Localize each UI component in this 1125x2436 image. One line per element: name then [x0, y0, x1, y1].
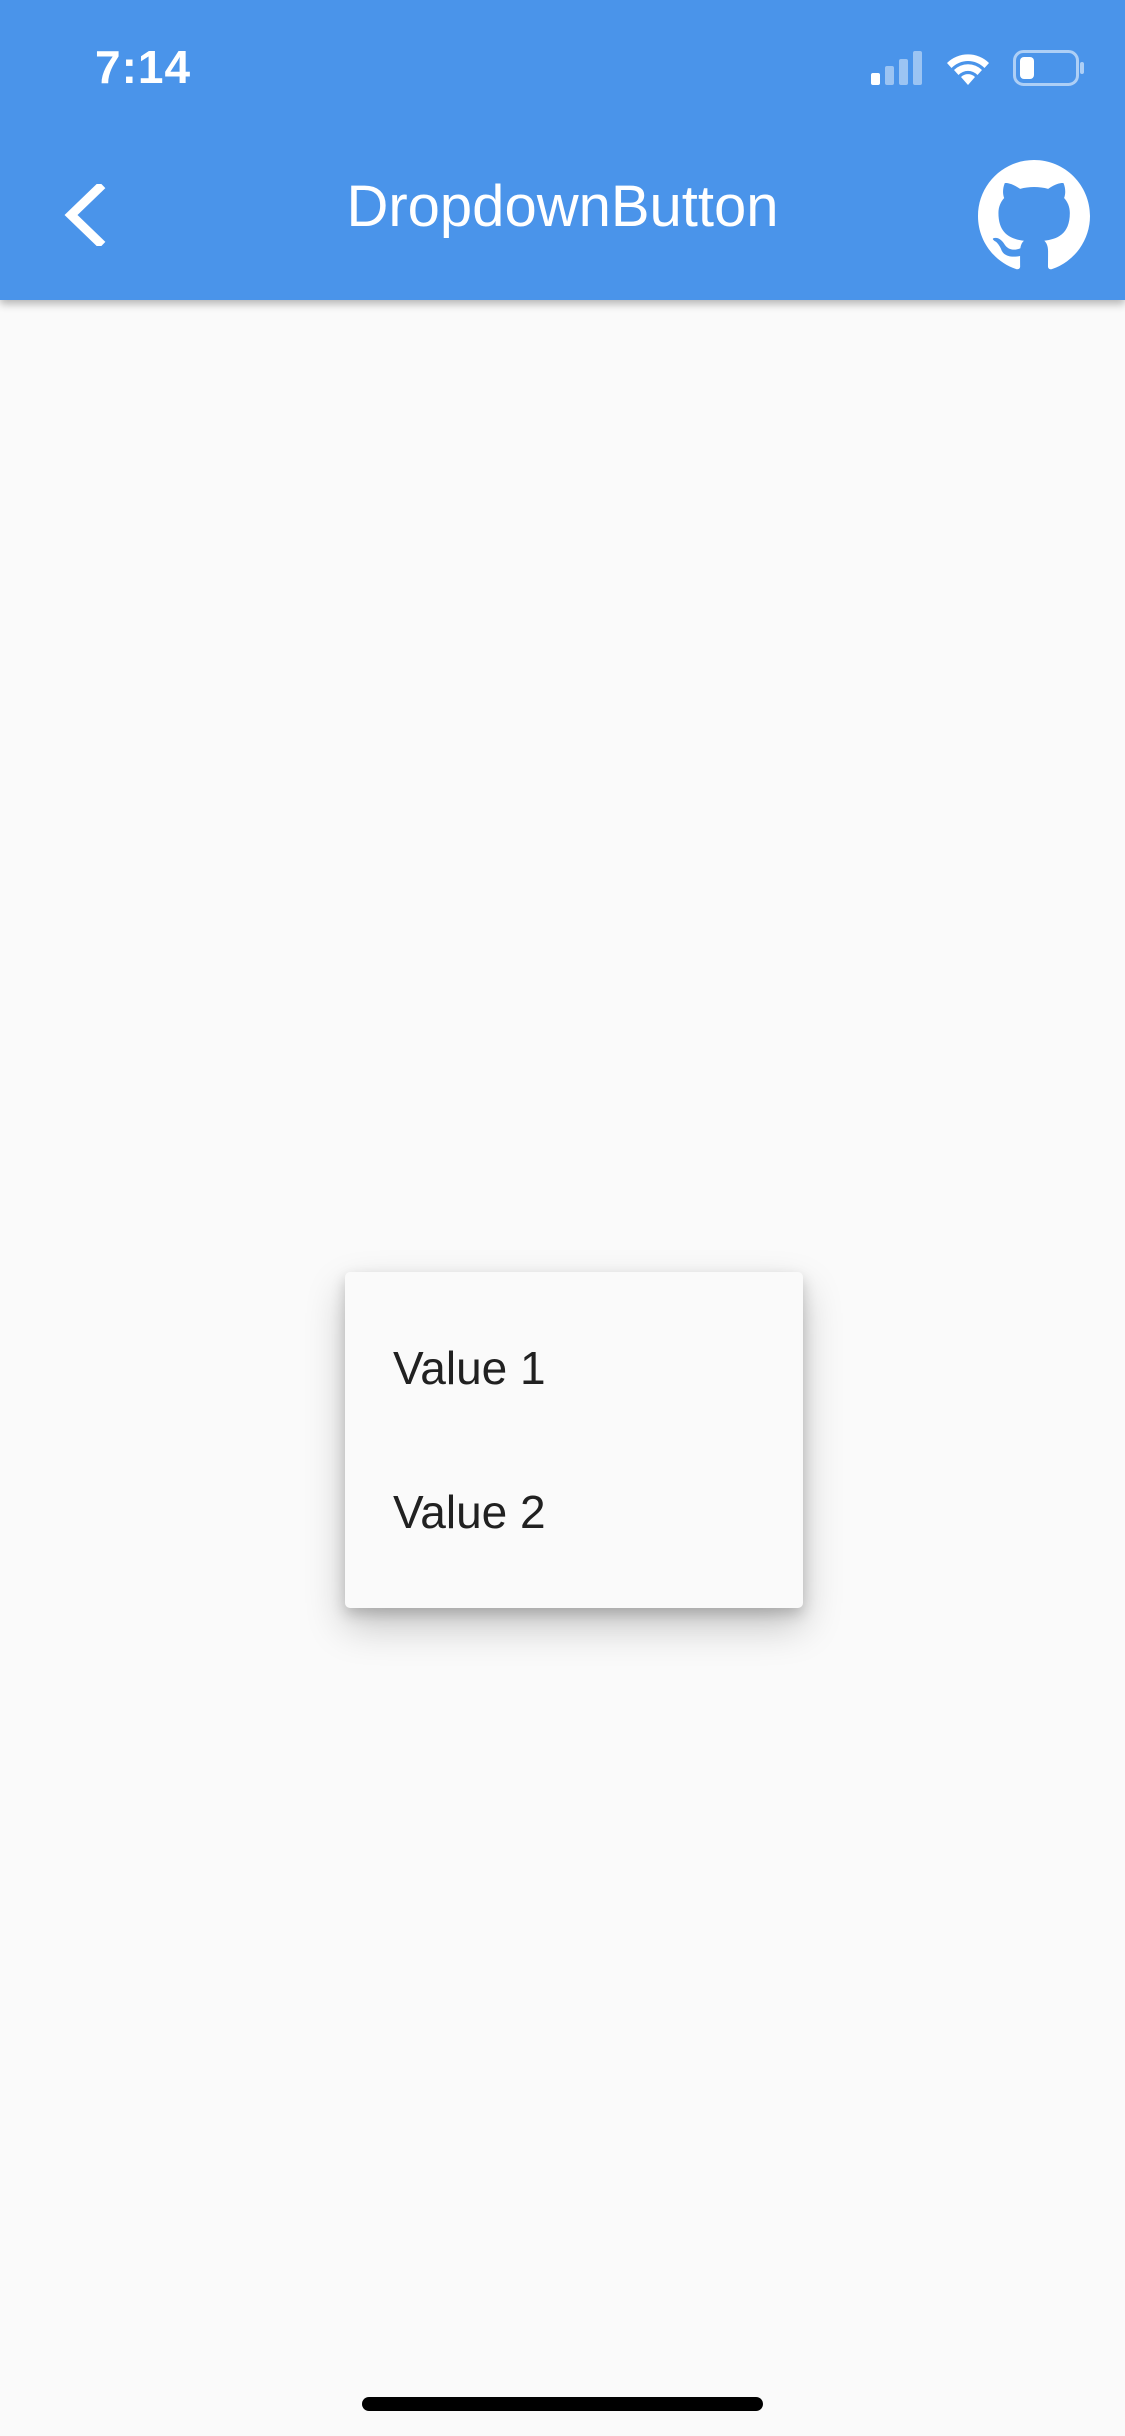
dropdown-menu: Value 1 Value 2	[345, 1272, 803, 1608]
dropdown-option-value-1[interactable]: Value 1	[345, 1296, 803, 1440]
battery-icon	[1013, 50, 1084, 86]
status-icons	[871, 48, 1085, 88]
wifi-icon	[947, 54, 989, 85]
cellular-signal-icon	[871, 51, 922, 85]
github-icon[interactable]	[978, 160, 1090, 272]
dropdown-option-value-2[interactable]: Value 2	[345, 1440, 803, 1584]
app-bar: 7:14 DropdownButton	[0, 0, 1125, 300]
home-indicator[interactable]	[362, 2397, 763, 2411]
status-time: 7:14	[95, 41, 192, 93]
page-title: DropdownButton	[346, 174, 779, 239]
